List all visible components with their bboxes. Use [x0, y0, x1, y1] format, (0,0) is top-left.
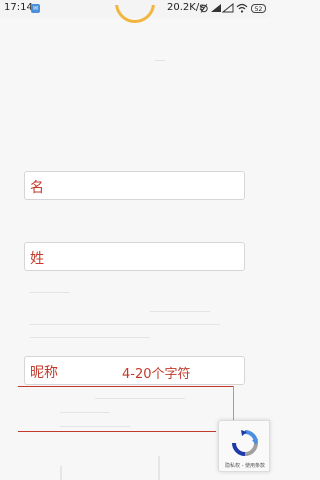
- error-underline: [18, 386, 234, 387]
- app-logo: [115, 5, 155, 23]
- battery-icon: 52: [251, 4, 266, 13]
- divider: [30, 337, 150, 338]
- status-time: 17:14: [4, 2, 33, 13]
- last-name-label: 姓: [30, 251, 44, 267]
- recaptcha-icon: [232, 430, 258, 456]
- signal-icon: [211, 4, 221, 12]
- signal-icon: [222, 3, 234, 13]
- first-name-field[interactable]: 名: [24, 171, 245, 200]
- alarm-icon: [200, 3, 208, 13]
- divider: [150, 311, 210, 312]
- wifi-icon: [236, 3, 248, 13]
- network-speed: 20.2K/s: [167, 2, 205, 13]
- divider: [95, 398, 185, 399]
- nickname-field[interactable]: 昵称 4-20个字符: [24, 356, 245, 385]
- recaptcha-privacy-terms-link[interactable]: 隐私权 - 使用条款: [219, 462, 271, 469]
- divider: [60, 466, 62, 480]
- divider: [158, 456, 160, 480]
- first-name-label: 名: [30, 180, 44, 196]
- nickname-hint: 4-20个字符: [122, 367, 191, 382]
- divider: [30, 292, 70, 293]
- divider: [155, 60, 165, 61]
- divider: [60, 412, 110, 413]
- recaptcha-badge[interactable]: 隐私权 - 使用条款: [218, 420, 270, 472]
- notification-icon: ✉: [31, 4, 40, 13]
- divider: [30, 324, 220, 325]
- divider: [60, 426, 130, 427]
- nickname-label: 昵称: [30, 365, 58, 381]
- error-underline: [18, 431, 216, 432]
- last-name-field[interactable]: 姓: [24, 242, 245, 271]
